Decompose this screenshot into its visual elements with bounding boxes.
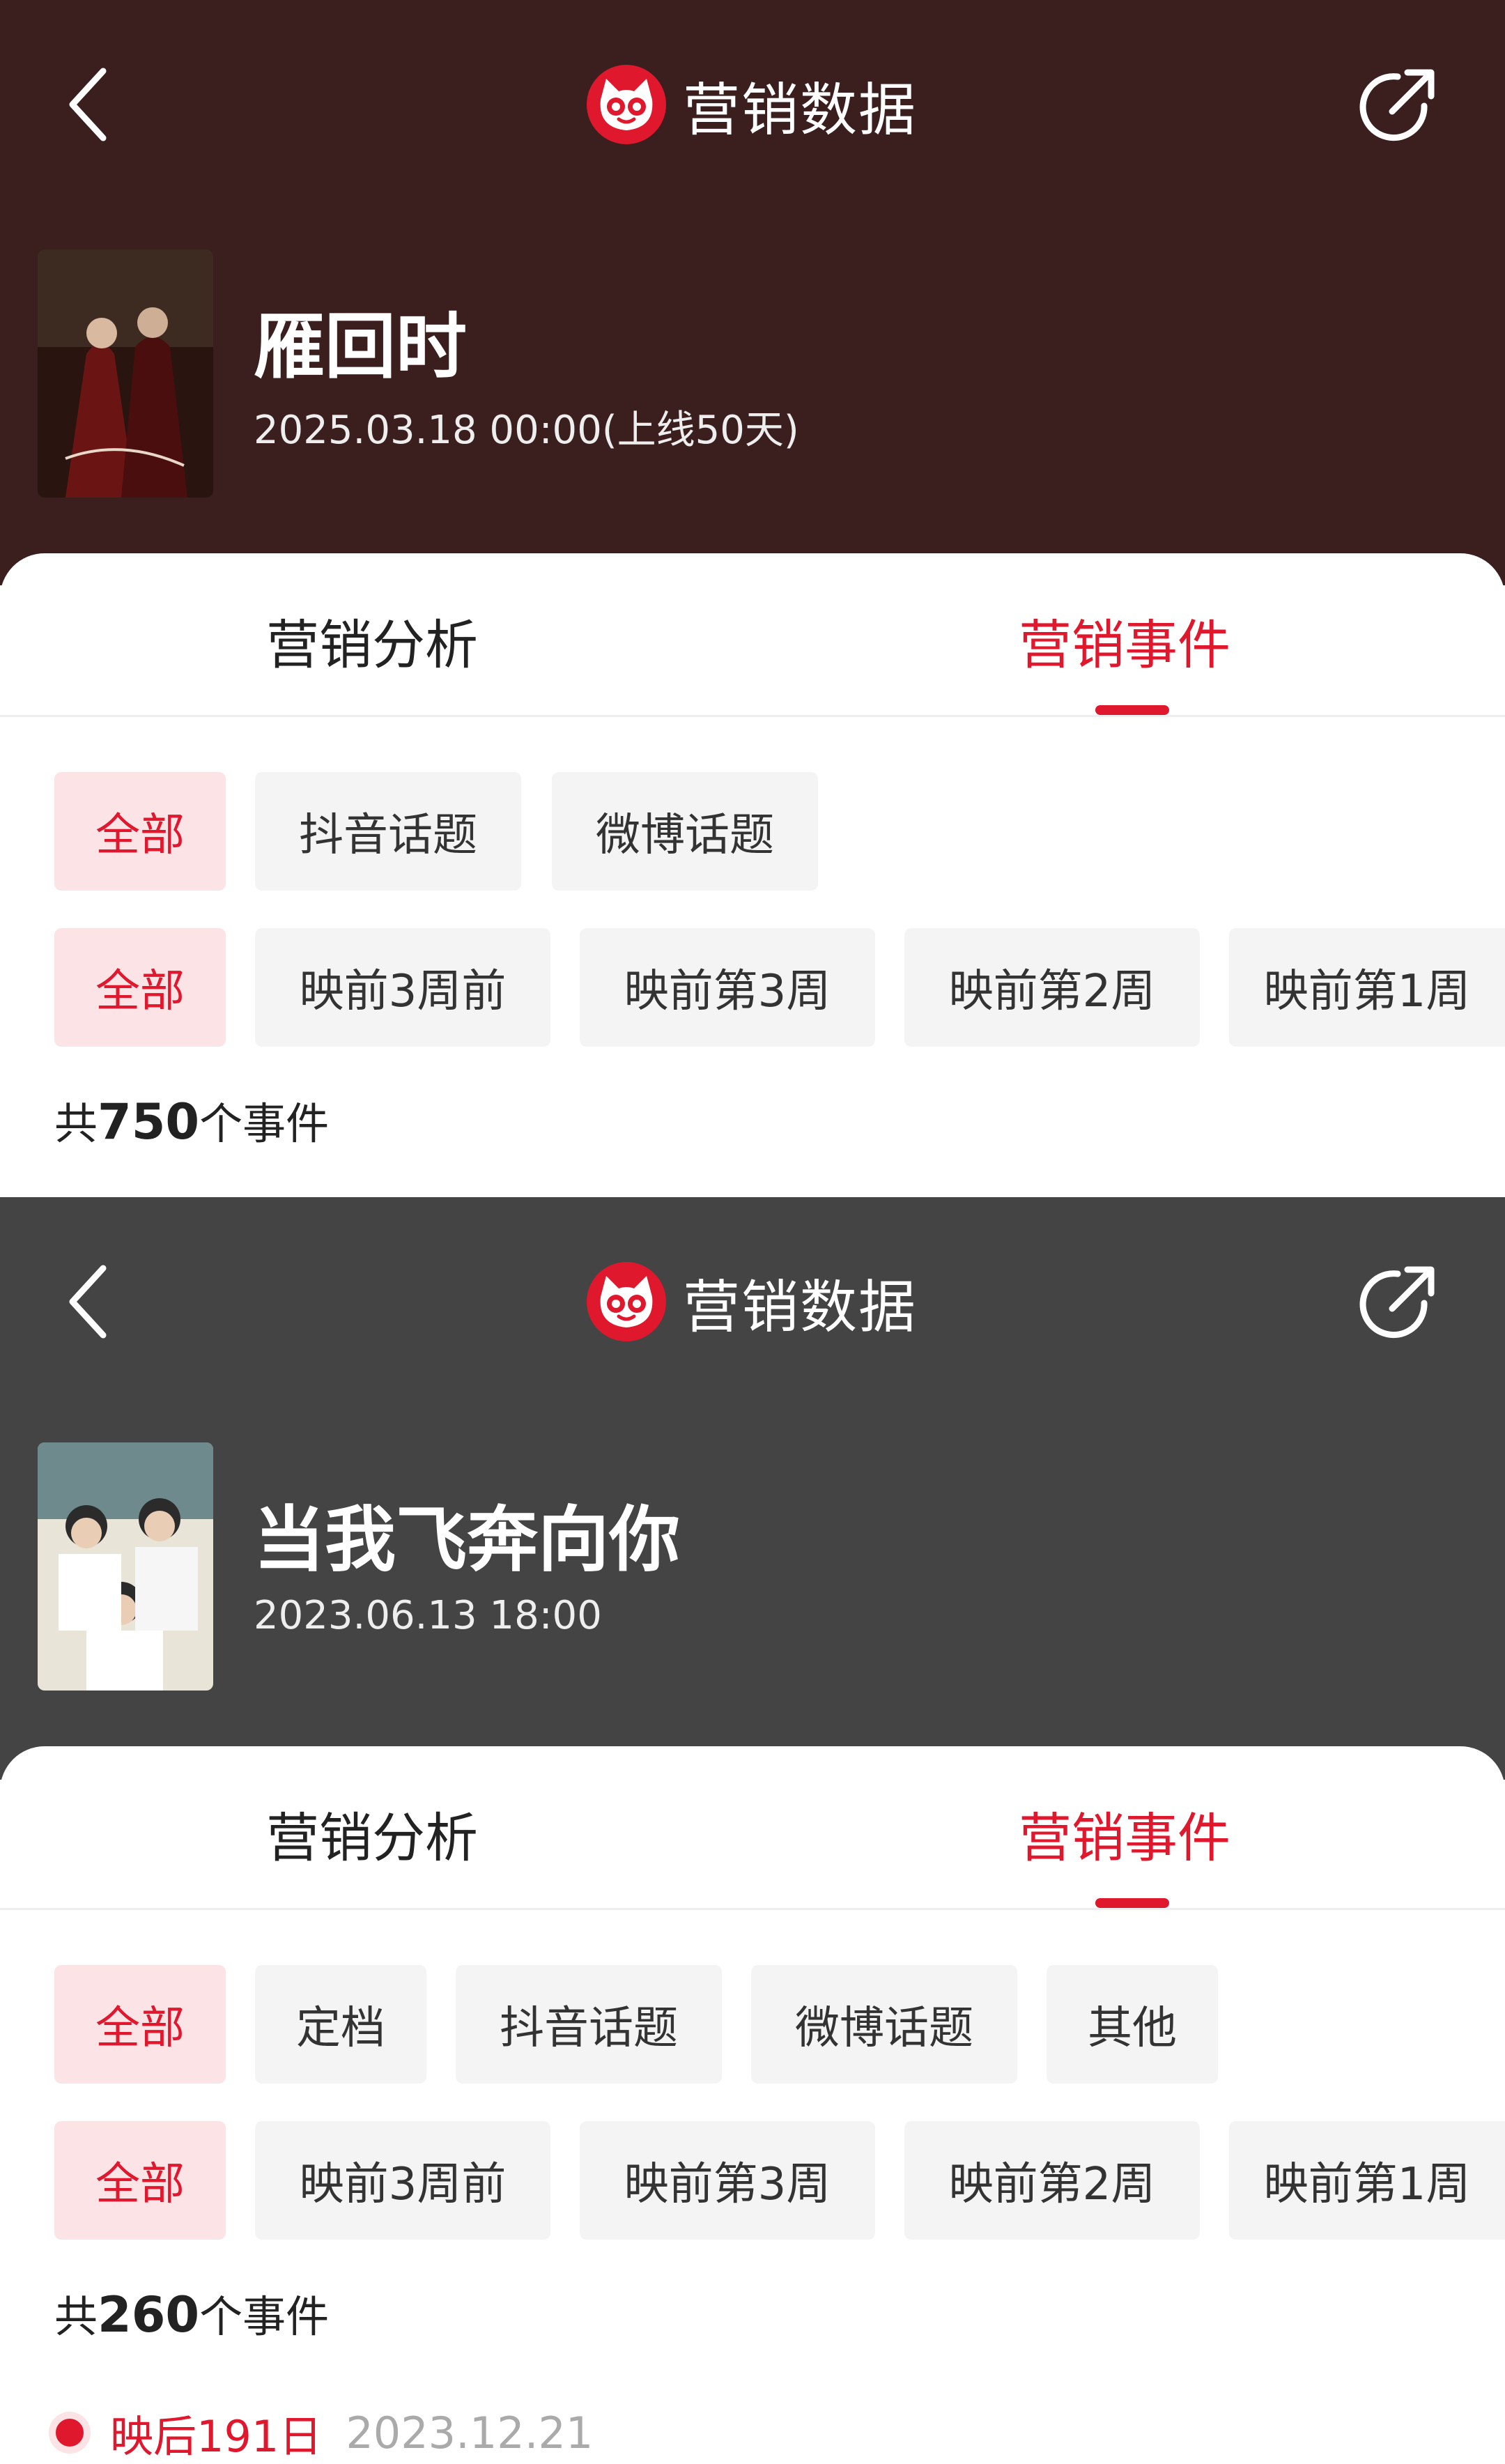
cat-logo-icon	[587, 65, 666, 144]
period-chip-week-2[interactable]: 映前第2周	[904, 2121, 1200, 2240]
period-chip-week-3[interactable]: 映前第3周	[580, 2121, 875, 2240]
movie-title: 雁回时	[254, 306, 467, 389]
period-chip-before-3-weeks[interactable]: 映前3周前	[255, 2121, 550, 2240]
filter-chip-other[interactable]: 其他	[1047, 1965, 1218, 2084]
movie-header: 营销数据 雁回时 2025.03.18 00:00(上线50天)	[0, 0, 1505, 585]
tab-marketing-events[interactable]: 营销事件	[1019, 1795, 1230, 1872]
chevron-left-icon	[69, 68, 107, 141]
tab-divider	[0, 715, 1505, 717]
filter-chip-douyin[interactable]: 抖音话题	[255, 772, 521, 891]
period-chip-week-3[interactable]: 映前第3周	[580, 928, 875, 1047]
content-card: 营销分析 营销事件 全部 定档 抖音话题 微博话题 其他 全部 映前3周前 映前…	[0, 1746, 1505, 2462]
movie-panel-1: 营销数据 雁回时 2025.03.18 00:00(上线50天) 营销分析 营销…	[0, 0, 1505, 1197]
app-title: 营销数据	[585, 61, 917, 148]
filter-chip-all[interactable]: 全部	[54, 1965, 226, 2084]
event-count: 共260个事件	[54, 2281, 329, 2344]
event-count-number: 260	[98, 2286, 200, 2343]
chevron-left-icon	[69, 1265, 107, 1339]
timeline-item[interactable]: 映后191日 2023.12.21	[49, 2401, 593, 2464]
app-title-text: 营销数据	[683, 1274, 918, 1341]
period-chip-before-3-weeks[interactable]: 映前3周前	[255, 928, 550, 1047]
back-button[interactable]	[56, 1253, 125, 1350]
event-count: 共750个事件	[54, 1088, 329, 1151]
movie-poster[interactable]	[38, 1442, 213, 1691]
filter-chip-all[interactable]: 全部	[54, 772, 226, 891]
tab-divider	[0, 1908, 1505, 1910]
filter-chip-weibo[interactable]: 微博话题	[552, 772, 818, 891]
movie-release-date: 2025.03.18 00:00(上线50天)	[254, 408, 799, 453]
timeline-day-label: 映后191日	[110, 2411, 323, 2462]
active-tab-indicator	[1095, 705, 1169, 715]
cat-logo-icon	[587, 1262, 666, 1341]
share-icon	[1359, 69, 1435, 141]
content-card: 营销分析 营销事件 全部 抖音话题 微博话题 全部 映前3周前 映前第3周 映前…	[0, 553, 1505, 1197]
app-title-text: 营销数据	[683, 77, 918, 144]
back-button[interactable]	[56, 56, 125, 153]
event-count-number: 750	[98, 1093, 200, 1150]
movie-title: 当我飞奔向你	[254, 1499, 680, 1582]
tab-marketing-events[interactable]: 营销事件	[1019, 602, 1230, 679]
period-chip-week-1[interactable]: 映前第1周	[1229, 2121, 1505, 2240]
event-count-suffix: 个事件	[199, 2291, 330, 2342]
share-icon	[1359, 1266, 1435, 1339]
movie-poster[interactable]	[38, 249, 213, 498]
filter-chip-douyin[interactable]: 抖音话题	[456, 1965, 722, 2084]
movie-release-date: 2023.06.13 18:00	[254, 1593, 602, 1638]
period-chip-week-1[interactable]: 映前第1周	[1229, 928, 1505, 1047]
share-button[interactable]	[1352, 63, 1442, 153]
movie-panel-2: 营销数据 当我飞奔向你 2023.06.13 18:00 营销分析 营销事件 全…	[0, 1197, 1505, 2462]
period-chip-week-2[interactable]: 映前第2周	[904, 928, 1200, 1047]
timeline-dot-icon	[49, 2412, 91, 2454]
tab-marketing-analysis[interactable]: 营销分析	[266, 1795, 478, 1872]
period-chip-all[interactable]: 全部	[54, 2121, 226, 2240]
event-count-prefix: 共	[54, 1098, 98, 1149]
app-title: 营销数据	[585, 1258, 917, 1345]
filter-chip-weibo[interactable]: 微博话题	[751, 1965, 1017, 2084]
movie-header: 营销数据 当我飞奔向你 2023.06.13 18:00	[0, 1197, 1505, 1780]
filter-chip-release-date[interactable]: 定档	[255, 1965, 426, 2084]
timeline-date: 2023.12.21	[346, 2407, 594, 2458]
event-count-suffix: 个事件	[199, 1098, 330, 1149]
tab-marketing-analysis[interactable]: 营销分析	[266, 602, 478, 679]
event-count-prefix: 共	[54, 2291, 98, 2342]
period-chip-all[interactable]: 全部	[54, 928, 226, 1047]
share-button[interactable]	[1352, 1260, 1442, 1350]
active-tab-indicator	[1095, 1898, 1169, 1908]
